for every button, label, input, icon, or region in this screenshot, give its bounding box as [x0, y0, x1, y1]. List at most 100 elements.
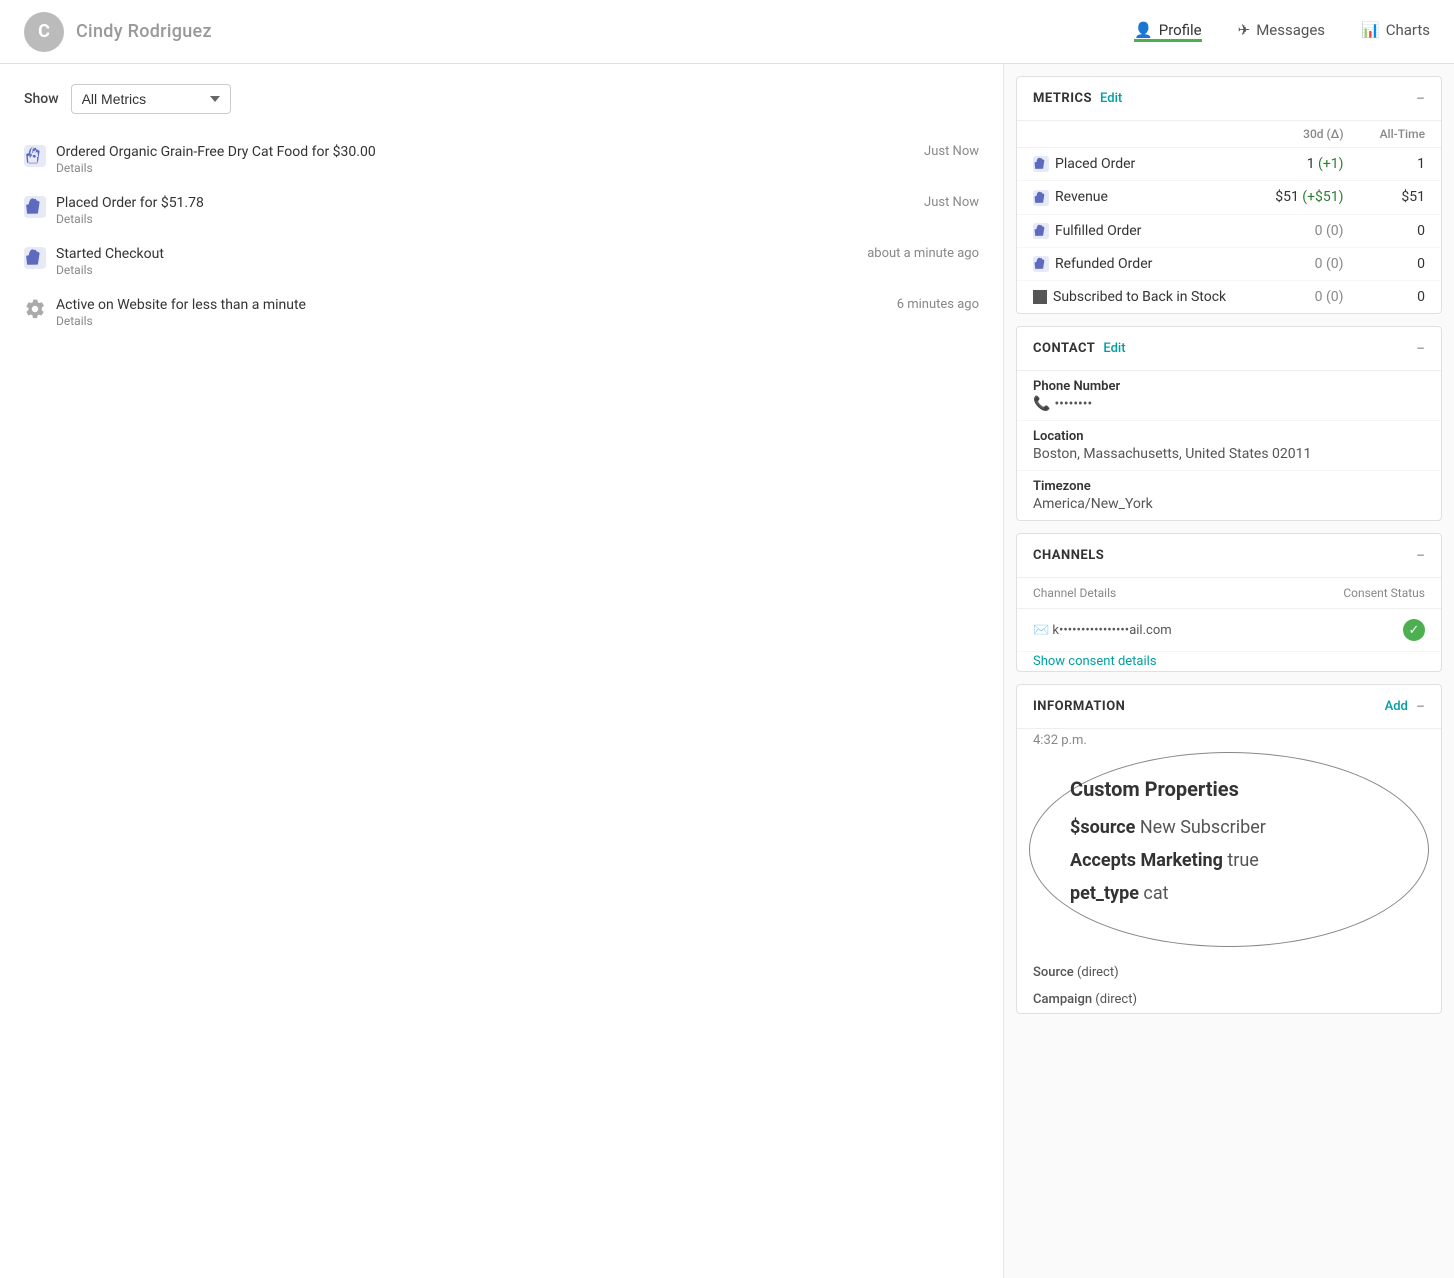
phone-icon: 📞 — [1033, 396, 1050, 412]
metrics-edit-button[interactable]: Edit — [1100, 91, 1122, 106]
show-bar: Show All Metrics — [24, 84, 979, 114]
metric-name-cell: Fulfilled Order — [1017, 214, 1254, 247]
prop-pet-type: pet_type cat — [1070, 883, 1388, 904]
metric-val-30d: 0 (0) — [1254, 247, 1360, 280]
location-label: Location — [1033, 429, 1425, 444]
activity-content: Active on Website for less than a minute… — [56, 297, 881, 328]
channel-email: ✉️ k••••••••••••••••ail.com — [1033, 623, 1403, 638]
channels-card: CHANNELS − Channel Details Consent Statu… — [1016, 533, 1442, 672]
shopify-icon — [24, 196, 46, 218]
metric-val-alltime: 0 — [1360, 281, 1441, 314]
timezone-label: Timezone — [1033, 479, 1425, 494]
activity-list: Ordered Organic Grain-Free Dry Cat Food … — [24, 134, 979, 338]
metric-name-cell: Subscribed to Back in Stock — [1017, 281, 1254, 314]
source-label: Source — [1033, 965, 1074, 980]
contact-edit-button[interactable]: Edit — [1103, 341, 1125, 356]
channel-row: ✉️ k••••••••••••••••ail.com ✓ — [1017, 609, 1441, 652]
activity-title: Placed Order for $51.78 — [56, 195, 908, 211]
gear-icon — [24, 298, 46, 320]
activity-time: Just Now — [924, 195, 979, 210]
activity-item: Active on Website for less than a minute… — [24, 287, 979, 338]
activity-content: Placed Order for $51.78 Details — [56, 195, 908, 226]
show-consent-button[interactable]: Show consent details — [1017, 652, 1441, 671]
info-time: 4:32 p.m. — [1017, 729, 1441, 752]
contact-collapse-button[interactable]: − — [1416, 339, 1425, 358]
activity-item: Placed Order for $51.78 Details Just Now — [24, 185, 979, 236]
metrics-col-30d: 30d (Δ) — [1254, 121, 1360, 148]
activity-time: about a minute ago — [867, 246, 979, 261]
phone-label: Phone Number — [1033, 379, 1425, 394]
channels-collapse-button[interactable]: − — [1416, 546, 1425, 565]
activity-content: Started Checkout Details — [56, 246, 851, 277]
activity-time: Just Now — [924, 144, 979, 159]
activity-detail[interactable]: Details — [56, 263, 851, 277]
avatar: C — [24, 12, 64, 52]
consent-status-label: Consent Status — [1343, 586, 1425, 600]
channel-details-label: Channel Details — [1033, 586, 1116, 600]
metrics-row: Revenue $51 (+$51) $51 — [1017, 181, 1441, 214]
channels-card-header: CHANNELS − — [1017, 534, 1441, 578]
metrics-title: METRICS — [1033, 91, 1092, 106]
metrics-collapse-button[interactable]: − — [1416, 89, 1425, 108]
metric-val-30d: 0 (0) — [1254, 214, 1360, 247]
oval-callout: Custom Properties $source New Subscriber… — [1029, 752, 1429, 947]
prop-source: $source New Subscriber — [1070, 817, 1388, 838]
activity-detail[interactable]: Details — [56, 212, 908, 226]
metrics-row: Fulfilled Order 0 (0) 0 — [1017, 214, 1441, 247]
activity-title: Started Checkout — [56, 246, 851, 262]
nav-charts[interactable]: 📊 Charts — [1361, 21, 1430, 43]
metric-val-alltime: 0 — [1360, 214, 1441, 247]
shopify-icon — [24, 145, 46, 167]
metric-name-cell: Revenue — [1017, 181, 1254, 214]
metrics-card: METRICS Edit − 30d (Δ) All-Time Placed O… — [1016, 76, 1442, 314]
add-button[interactable]: Add — [1385, 699, 1408, 714]
channels-title: CHANNELS — [1033, 548, 1104, 563]
campaign-row: Campaign (direct) — [1017, 986, 1441, 1013]
prop-accepts-marketing: Accepts Marketing true — [1070, 850, 1388, 871]
campaign-label: Campaign — [1033, 992, 1092, 1007]
nav-profile[interactable]: 👤 Profile — [1134, 21, 1202, 42]
contact-card-header: CONTACT Edit − — [1017, 327, 1441, 371]
contact-title: CONTACT — [1033, 341, 1095, 356]
activity-time: 6 minutes ago — [897, 297, 979, 312]
metric-name-cell: Placed Order — [1017, 148, 1254, 181]
user-name: Cindy Rodriguez — [76, 21, 212, 42]
channels-header-row: Channel Details Consent Status — [1017, 578, 1441, 609]
nav-messages[interactable]: ✈ Messages — [1238, 21, 1325, 43]
charts-icon: 📊 — [1361, 21, 1380, 39]
metric-val-alltime: 1 — [1360, 148, 1441, 181]
information-collapse-button[interactable]: − — [1416, 697, 1425, 716]
profile-icon: 👤 — [1134, 21, 1153, 39]
metrics-row: Refunded Order 0 (0) 0 — [1017, 247, 1441, 280]
messages-icon: ✈ — [1238, 21, 1251, 39]
metric-val-30d: $51 (+$51) — [1254, 181, 1360, 214]
activity-content: Ordered Organic Grain-Free Dry Cat Food … — [56, 144, 908, 175]
metric-val-alltime: 0 — [1360, 247, 1441, 280]
contact-card: CONTACT Edit − Phone Number 📞 •••••••• L… — [1016, 326, 1442, 521]
metrics-row: Subscribed to Back in Stock 0 (0) 0 — [1017, 281, 1441, 314]
location-value: Boston, Massachusetts, United States 020… — [1033, 446, 1425, 462]
activity-item: Started Checkout Details about a minute … — [24, 236, 979, 287]
activity-title: Ordered Organic Grain-Free Dry Cat Food … — [56, 144, 908, 160]
metric-val-30d: 0 (0) — [1254, 281, 1360, 314]
metric-name-cell: Refunded Order — [1017, 247, 1254, 280]
timezone-field: Timezone America/New_York — [1017, 471, 1441, 520]
activity-detail[interactable]: Details — [56, 161, 908, 175]
metric-val-alltime: $51 — [1360, 181, 1441, 214]
metrics-card-header: METRICS Edit − — [1017, 77, 1441, 121]
show-select[interactable]: All Metrics — [71, 84, 231, 114]
left-panel: Show All Metrics Ordered Organic Grain-F… — [0, 64, 1004, 1278]
activity-detail[interactable]: Details — [56, 314, 881, 328]
metrics-col-name — [1017, 121, 1254, 148]
timezone-value: America/New_York — [1033, 496, 1425, 512]
activity-item: Ordered Organic Grain-Free Dry Cat Food … — [24, 134, 979, 185]
information-title: INFORMATION — [1033, 699, 1125, 714]
location-field: Location Boston, Massachusetts, United S… — [1017, 421, 1441, 471]
information-card: INFORMATION Add − 4:32 p.m. Custom Prope… — [1016, 684, 1442, 1014]
custom-properties-callout: Custom Properties $source New Subscriber… — [1029, 752, 1429, 947]
header-nav: 👤 Profile ✈ Messages 📊 Charts — [1134, 21, 1430, 43]
metric-val-30d: 1 (+1) — [1254, 148, 1360, 181]
header: C Cindy Rodriguez 👤 Profile ✈ Messages 📊… — [0, 0, 1454, 64]
source-row: Source (direct) — [1017, 959, 1441, 986]
email-icon: ✉️ — [1033, 623, 1049, 638]
